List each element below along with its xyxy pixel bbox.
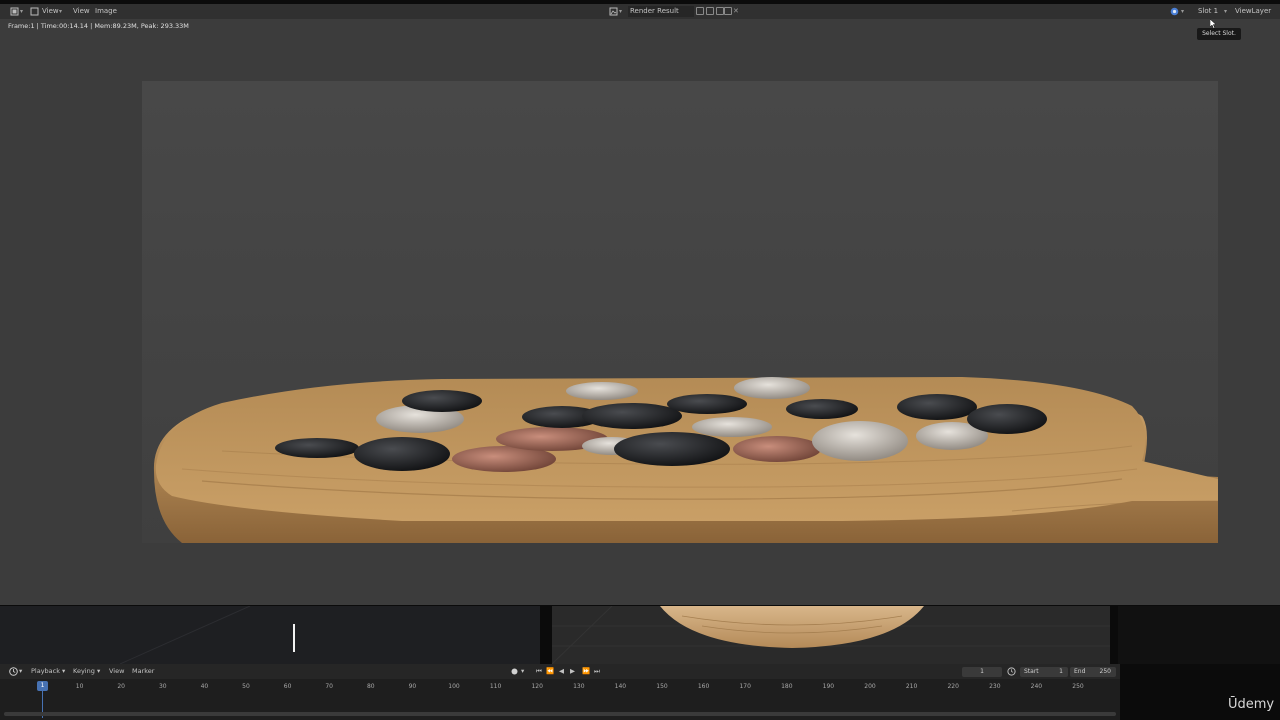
menu-keying[interactable]: Keying	[73, 666, 95, 677]
image-name-field[interactable]: Render Result	[628, 6, 694, 17]
timeline-scrollbar[interactable]	[4, 712, 1116, 716]
lower-right-panel	[1118, 606, 1280, 664]
menu-view[interactable]: View	[73, 6, 90, 17]
display-channels-dropdown-icon[interactable]: ▾	[1181, 6, 1184, 17]
slot-dropdown-icon[interactable]: ▾	[1224, 6, 1227, 17]
start-value: 1	[1059, 668, 1063, 675]
ruler-tick-30: 30	[158, 683, 167, 690]
image-editor-header: ▾ View ▾ View Image ▾ Render Result ✕ ▾ …	[0, 4, 1280, 19]
ruler-tick-70: 70	[325, 683, 334, 690]
clock-icon[interactable]	[9, 667, 18, 676]
render-info: Frame:1 | Time:00:14.14 | Mem:89.23M, Pe…	[8, 22, 189, 30]
ruler-tick-170: 170	[739, 683, 751, 690]
render-result-image	[142, 81, 1218, 543]
unlink-image-icon[interactable]: ✕	[733, 6, 739, 17]
ruler-tick-50: 50	[242, 683, 250, 690]
ruler-tick-230: 230	[989, 683, 1001, 690]
start-label: Start	[1024, 668, 1039, 675]
view-mode-dropdown-icon[interactable]: ▾	[59, 6, 62, 17]
ruler-tick-240: 240	[1030, 683, 1043, 690]
ruler-tick-20: 20	[117, 683, 126, 690]
tooltip: Select Slot.	[1197, 28, 1241, 40]
ruler-tick-190: 190	[822, 683, 835, 690]
ruler-tick-100: 100	[448, 683, 460, 690]
timeline-header: ▾ Playback ▾ Keying ▾ View Marker ▾ ⏮ ⏪ …	[0, 664, 1120, 679]
keying-options-dropdown-icon[interactable]: ▾	[521, 666, 524, 677]
ruler-tick-220: 220	[947, 683, 959, 690]
menu-marker[interactable]: Marker	[132, 666, 154, 677]
editor-type-dropdown-icon[interactable]: ▾	[20, 6, 23, 17]
menu-view[interactable]: View	[109, 666, 124, 677]
keying-dropdown-icon[interactable]: ▾	[97, 666, 100, 677]
menu-playback[interactable]: Playback	[31, 666, 60, 677]
rendered-cutting-board-with-shells	[142, 81, 1218, 543]
record-icon[interactable]	[510, 667, 519, 676]
editor-type-dropdown-icon[interactable]: ▾	[19, 666, 22, 677]
jump-to-keyframe-forward-icon[interactable]: ⏩	[582, 666, 590, 677]
viewport-3d[interactable]	[552, 606, 1110, 664]
ruler-tick-140: 140	[614, 683, 627, 690]
udemy-watermark: Ūdemy	[1228, 697, 1275, 712]
new-image-icon[interactable]	[716, 7, 724, 15]
image-editor-area[interactable]: Frame:1 | Time:00:14.14 | Mem:89.23M, Pe…	[0, 19, 1280, 605]
ruler-tick-60: 60	[283, 683, 292, 690]
ruler-tick-40: 40	[200, 683, 209, 690]
start-frame-field[interactable]: Start 1	[1020, 667, 1068, 677]
fake-user-icon[interactable]	[696, 7, 704, 15]
ruler-tick-90: 90	[408, 683, 417, 690]
ruler-tick-130: 130	[573, 683, 585, 690]
text-cursor	[293, 624, 295, 652]
ruler-tick-160: 160	[697, 683, 710, 690]
play-icon[interactable]: ▶	[570, 666, 575, 677]
duplicate-image-icon[interactable]	[706, 7, 714, 15]
image-browse-icon[interactable]	[609, 7, 618, 16]
slot-selector[interactable]: Slot 1	[1198, 6, 1218, 17]
view-mode-icon[interactable]	[30, 7, 39, 16]
menu-image[interactable]: Image	[95, 6, 117, 17]
ruler-tick-180: 180	[781, 683, 793, 690]
ruler-tick-120: 120	[531, 683, 543, 690]
viewport-board-preview	[552, 606, 1110, 664]
ruler-tick-10: 10	[75, 683, 84, 690]
grid-lines	[119, 605, 251, 665]
timeline-editor[interactable]: ▾ Playback ▾ Keying ▾ View Marker ▾ ⏮ ⏪ …	[0, 664, 1120, 720]
mouse-cursor-icon	[1210, 19, 1217, 29]
playback-dropdown-icon[interactable]: ▾	[62, 666, 65, 677]
ruler-tick-110: 110	[489, 683, 502, 690]
ruler-tick-80: 80	[366, 683, 375, 690]
lower-left-editor[interactable]	[0, 605, 540, 665]
editor-type-icon[interactable]	[10, 7, 19, 16]
ruler-tick-210: 210	[905, 683, 918, 690]
play-reverse-icon[interactable]: ◀	[559, 666, 564, 677]
end-frame-field[interactable]: End 250	[1070, 667, 1116, 677]
end-value: 250	[1099, 668, 1111, 675]
jump-to-end-icon[interactable]: ⏭	[594, 666, 600, 677]
ruler-tick-150: 150	[656, 683, 668, 690]
current-frame-marker[interactable]: 1	[37, 681, 48, 691]
ruler-tick-250: 250	[1072, 683, 1084, 690]
end-label: End	[1074, 668, 1086, 675]
frame-ruler[interactable]: 10 20 30 40 50 60 70 80 90 100 110 120 130 140 150 160 1…	[0, 680, 1120, 694]
view-layer-selector[interactable]: ViewLayer	[1235, 6, 1271, 17]
ruler-tick-200: 200	[864, 683, 876, 690]
open-image-icon[interactable]	[724, 7, 732, 15]
jump-to-keyframe-back-icon[interactable]: ⏪	[546, 666, 554, 677]
display-channels-icon[interactable]	[1170, 7, 1179, 16]
current-frame-field[interactable]: 1	[962, 667, 1002, 677]
preview-range-icon[interactable]	[1007, 667, 1016, 676]
image-browse-dropdown-icon[interactable]: ▾	[619, 6, 622, 17]
jump-to-start-icon[interactable]: ⏮	[536, 666, 543, 677]
menu-view-mode[interactable]: View	[42, 6, 59, 17]
